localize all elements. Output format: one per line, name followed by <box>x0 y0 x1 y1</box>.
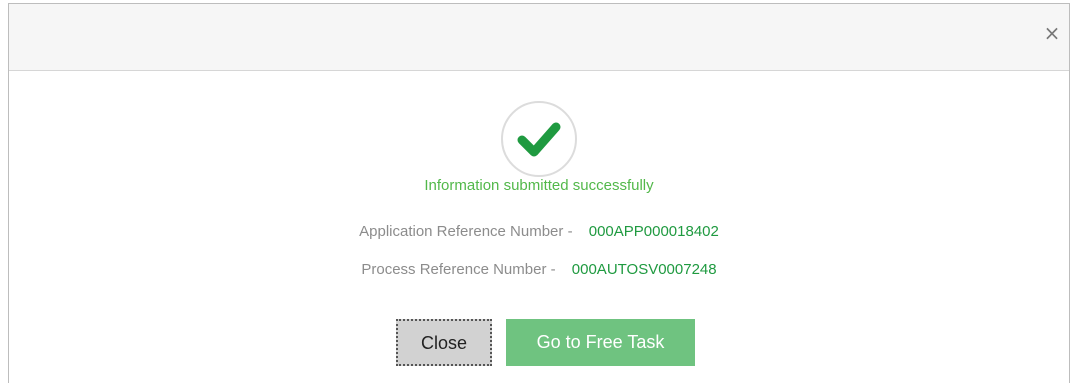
dialog-header: × <box>9 4 1069 71</box>
application-reference-label: Application Reference Number - <box>359 223 573 240</box>
process-reference-row: Process Reference Number - 000AUTOSV0007… <box>9 261 1069 278</box>
dialog-body: Information submitted successfully Appli… <box>9 71 1069 383</box>
success-message: Information submitted successfully <box>424 177 654 194</box>
application-reference-row: Application Reference Number - 000APP000… <box>9 223 1069 240</box>
close-icon[interactable]: × <box>1040 21 1064 45</box>
go-to-free-task-button[interactable]: Go to Free Task <box>506 319 695 366</box>
check-icon <box>517 122 561 157</box>
process-reference-label: Process Reference Number - <box>361 261 556 278</box>
process-reference-value: 000AUTOSV0007248 <box>571 261 717 278</box>
success-dialog: × Information submitted successfully App… <box>8 3 1070 383</box>
close-button[interactable]: Close <box>396 319 492 366</box>
application-reference-value: 000APP000018402 <box>588 223 719 240</box>
success-badge <box>501 101 577 177</box>
